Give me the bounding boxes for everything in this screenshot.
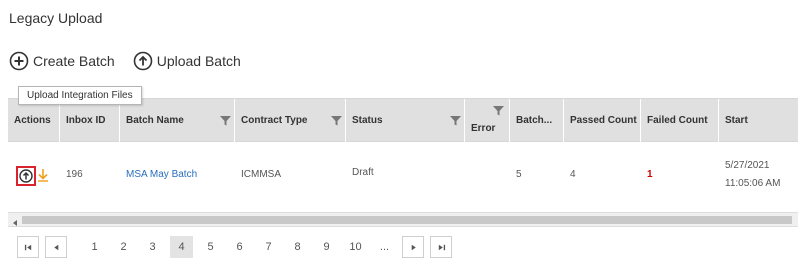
first-page-button[interactable] (17, 236, 39, 258)
column-header-batch[interactable]: Batch... (510, 99, 564, 142)
column-header-status[interactable]: Status (346, 99, 465, 142)
page-number[interactable]: 7 (257, 236, 280, 258)
first-page-icon (24, 244, 31, 250)
actions-cell (8, 142, 60, 198)
upload-batch-button[interactable]: Upload Batch (133, 51, 241, 71)
batch-cell: 5 (516, 169, 522, 180)
column-header-contract-type[interactable]: Contract Type (235, 99, 346, 142)
page-number[interactable]: 10 (344, 236, 367, 258)
create-batch-label: Create Batch (33, 53, 115, 69)
error-cell (465, 142, 510, 198)
column-header-start[interactable]: Start (719, 99, 798, 142)
plus-circle-icon (9, 51, 29, 71)
prev-page-button[interactable] (45, 236, 67, 258)
filter-icon[interactable] (493, 105, 504, 116)
column-header-error[interactable]: Error (465, 99, 510, 142)
contract-type-cell: ICMMSA (241, 169, 281, 180)
inbox-id-cell: 196 (66, 169, 83, 180)
column-header-passed-count[interactable]: Passed Count (564, 99, 641, 142)
column-header-batch-name[interactable]: Batch Name (120, 99, 235, 142)
status-cell: Draft (352, 167, 374, 178)
column-header-failed-count[interactable]: Failed Count (641, 99, 719, 142)
pager: 1 2 3 4 5 6 7 8 9 10 ... (17, 236, 458, 258)
page-number[interactable]: 8 (286, 236, 309, 258)
last-page-button[interactable] (430, 236, 452, 258)
upload-circle-icon (133, 51, 153, 71)
next-page-button[interactable] (402, 236, 424, 258)
batch-grid: Actions Inbox ID Batch Name Contract Typ… (8, 98, 798, 213)
upload-files-button[interactable] (16, 166, 36, 186)
batch-name-cell: MSA May Batch (120, 142, 235, 198)
more-pages[interactable]: ... (373, 236, 396, 258)
upload-batch-label: Upload Batch (156, 53, 241, 69)
page-number-current[interactable]: 4 (170, 236, 193, 258)
table-row: 196 MSA May Batch ICMMSA Draft 5 4 1 5/2… (8, 142, 798, 198)
last-page-icon (438, 244, 445, 250)
page-number[interactable]: 6 (228, 236, 251, 258)
batch-name-link[interactable]: MSA May Batch (126, 169, 197, 180)
failed-count-cell: 1 (647, 169, 653, 180)
column-header-actions: Actions (8, 99, 60, 142)
page-number[interactable]: 2 (112, 236, 135, 258)
page-number[interactable]: 3 (141, 236, 164, 258)
create-batch-button[interactable]: Create Batch (9, 51, 115, 71)
passed-count-cell: 4 (570, 169, 576, 180)
prev-page-icon (53, 244, 58, 250)
filter-icon[interactable] (220, 115, 231, 126)
download-arrow-icon (38, 169, 48, 182)
page-number[interactable]: 5 (199, 236, 222, 258)
scrollbar-thumb[interactable] (22, 216, 792, 224)
page-number[interactable]: 9 (315, 236, 338, 258)
page-title: Legacy Upload (9, 10, 103, 26)
page-number[interactable]: 1 (83, 236, 106, 258)
download-button[interactable] (37, 168, 49, 182)
horizontal-scrollbar[interactable] (8, 212, 798, 227)
next-page-icon (411, 244, 416, 250)
filter-icon[interactable] (331, 115, 342, 126)
column-header-inbox-id[interactable]: Inbox ID (60, 99, 120, 142)
upload-circle-icon (19, 169, 33, 183)
filter-icon[interactable] (450, 115, 461, 126)
start-cell: 5/27/2021 11:05:06 AM (725, 160, 781, 189)
toolbar: Create Batch Upload Batch (9, 51, 259, 71)
tooltip: Upload Integration Files (18, 86, 142, 105)
scroll-left-icon[interactable] (10, 215, 20, 226)
